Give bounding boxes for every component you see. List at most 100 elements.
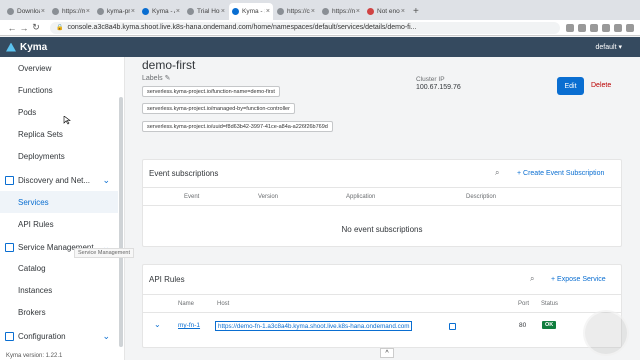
- tab-favicon: [52, 8, 59, 15]
- sidebar-item-deployments[interactable]: Deployments: [0, 145, 118, 167]
- browser-tab[interactable]: Not enou×: [364, 3, 408, 20]
- kyma-logo-icon: [6, 42, 16, 52]
- sidebar-item-brokers[interactable]: Brokers: [0, 301, 118, 323]
- sidebar-item-replica-sets[interactable]: Replica Sets: [0, 123, 118, 145]
- column-header: Status: [541, 301, 559, 307]
- sidebar-item-label: Pods: [18, 107, 37, 117]
- sidebar-item-api-rules[interactable]: API Rules: [0, 213, 118, 235]
- cluster-ip-value: 100.67.159.76: [416, 84, 461, 91]
- cluster-ip-label: Cluster IP: [416, 76, 445, 83]
- sidebar-item-functions[interactable]: Functions: [0, 79, 118, 101]
- close-icon[interactable]: ×: [266, 8, 270, 15]
- column-header: Version: [258, 194, 279, 200]
- chevron-down-icon[interactable]: ⌄: [154, 320, 161, 329]
- api-rule-port: 80: [519, 322, 527, 329]
- page-title: demo-first: [142, 58, 196, 72]
- reload-icon[interactable]: ↻: [30, 22, 42, 33]
- collapse-chevron-up-icon[interactable]: ^: [380, 348, 394, 358]
- browser-tab[interactable]: Kyma - A×: [139, 3, 183, 20]
- sidebar-group-discovery[interactable]: Discovery and Net... ⌄: [0, 169, 118, 191]
- browser-tab[interactable]: Downloa ×: [4, 3, 48, 20]
- close-icon[interactable]: ×: [131, 8, 135, 15]
- labels-title: Labels: [142, 75, 163, 82]
- star-icon[interactable]: [566, 23, 574, 32]
- browser-tab[interactable]: https://c ×: [274, 3, 318, 20]
- browser-tab[interactable]: Trial Hom×: [184, 3, 228, 20]
- sidebar-group-configuration[interactable]: Configuration ⌄: [0, 325, 118, 347]
- edit-button[interactable]: Edit: [557, 77, 584, 95]
- sidebar-item-label: Configuration: [18, 331, 66, 341]
- tab-favicon: [322, 8, 329, 15]
- search-icon[interactable]: ⌕: [530, 274, 534, 284]
- close-icon[interactable]: ×: [221, 8, 225, 15]
- browser-tab[interactable]: https://n ×: [319, 3, 363, 20]
- event-subscriptions-panel: Event subscriptions ⌕ + Create Event Sub…: [142, 159, 622, 247]
- close-icon[interactable]: ×: [41, 8, 45, 15]
- extension-icon[interactable]: [614, 23, 622, 32]
- search-icon[interactable]: ⌕: [495, 168, 499, 178]
- close-icon[interactable]: ×: [86, 8, 90, 15]
- new-tab-icon[interactable]: +: [413, 6, 419, 17]
- sidebar-item-services[interactable]: Services: [0, 191, 118, 213]
- back-icon[interactable]: ←: [6, 23, 18, 33]
- create-event-subscription-button[interactable]: + Create Event Subscription: [517, 170, 604, 177]
- delete-button[interactable]: Delete: [591, 82, 611, 89]
- sidebar-item-overview[interactable]: Overview: [0, 57, 118, 79]
- column-header: Host: [217, 301, 230, 307]
- forward-icon[interactable]: →: [18, 23, 30, 33]
- kyma-shellbar: Kyma default ▾: [0, 37, 640, 57]
- browser-tab[interactable]: https://m ×: [49, 3, 93, 20]
- sidebar-scrollbar[interactable]: [119, 97, 123, 347]
- main-content: demo-first Labels ✎ serverless.kyma-proj…: [126, 57, 640, 360]
- sidebar-item-label: API Rules: [18, 219, 54, 229]
- close-icon[interactable]: ×: [356, 8, 360, 15]
- sidebar-item-instances[interactable]: Instances: [0, 279, 118, 301]
- sidebar-item-label: Discovery and Net...: [18, 175, 91, 185]
- menu-icon[interactable]: [626, 23, 634, 32]
- close-icon[interactable]: ×: [311, 8, 315, 15]
- expose-service-button[interactable]: + Expose Service: [551, 276, 606, 283]
- tab-favicon: [277, 8, 284, 15]
- empty-state-text: No event subscriptions: [341, 225, 423, 234]
- copy-icon[interactable]: [449, 323, 456, 330]
- address-bar: ← → ↻ 🔒 console.a3c8a4b.kyma.shoot.live.…: [0, 20, 640, 36]
- tab-label: Kyma - A: [152, 8, 175, 15]
- column-header: Event: [184, 194, 200, 200]
- edit-pencil-icon[interactable]: ✎: [165, 75, 171, 82]
- close-icon[interactable]: ×: [176, 8, 180, 15]
- extension-icon[interactable]: [602, 23, 610, 32]
- browser-tab[interactable]: kyma-pro×: [94, 3, 138, 20]
- network-icon: [5, 175, 14, 185]
- tab-label: Trial Hom: [197, 8, 220, 15]
- close-icon[interactable]: ×: [401, 8, 405, 15]
- api-rules-panel: API Rules ⌕ + Expose Service Name Host P…: [142, 264, 622, 348]
- api-rule-host-link[interactable]: https://demo-fn-1.a3c8a4b.kyma.shoot.liv…: [215, 321, 413, 331]
- url-text: console.a3c8a4b.kyma.shoot.live.k8s-hana…: [67, 24, 417, 31]
- label-chip: serverless.kyma-project.io/function-name…: [142, 86, 280, 97]
- label-chip: serverless.kyma-project.io/managed-by=fu…: [142, 103, 295, 114]
- tab-favicon: [367, 8, 374, 15]
- sidebar: Overview Functions Pods Replica Sets Dep…: [0, 57, 125, 360]
- tab-label: https://n: [332, 8, 355, 15]
- extension-icon[interactable]: [578, 23, 586, 32]
- kyma-logo[interactable]: Kyma: [6, 42, 47, 53]
- sidebar-item-label: Services: [18, 197, 49, 207]
- github-icon: [97, 8, 104, 15]
- lock-icon: 🔒: [56, 25, 64, 31]
- extension-icon[interactable]: [590, 23, 598, 32]
- divider: [143, 294, 621, 295]
- browser-tab-active[interactable]: Kyma - S×: [229, 3, 273, 20]
- chevron-down-icon[interactable]: ⌄: [102, 175, 110, 186]
- url-field[interactable]: 🔒 console.a3c8a4b.kyma.shoot.live.k8s-ha…: [50, 21, 560, 34]
- sidebar-item-label: Brokers: [18, 307, 46, 317]
- mouse-cursor-icon: [63, 116, 71, 125]
- api-rule-name-link[interactable]: my-fn-1: [178, 322, 200, 329]
- sidebar-item-label: Deployments: [18, 151, 65, 161]
- namespace-dropdown[interactable]: default ▾: [596, 43, 622, 51]
- chevron-down-icon[interactable]: ⌄: [102, 331, 110, 342]
- sidebar-item-label: Replica Sets: [18, 129, 63, 139]
- sidebar-item-label: Catalog: [18, 263, 46, 273]
- sidebar-item-pods[interactable]: Pods: [0, 101, 118, 123]
- tab-favicon: [142, 8, 149, 15]
- sidebar-item-catalog[interactable]: Catalog: [0, 257, 118, 279]
